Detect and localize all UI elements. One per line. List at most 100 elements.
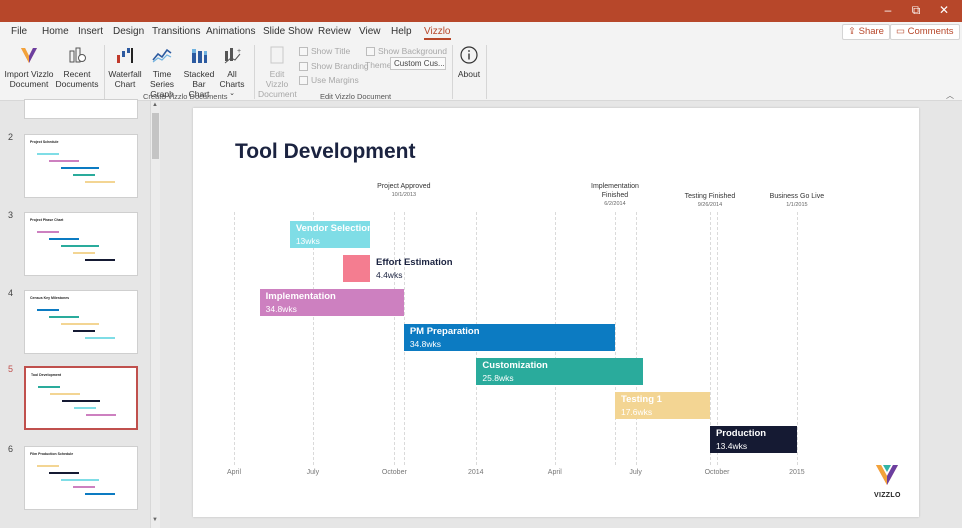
theme-value: Custom Cus... [394, 59, 445, 68]
tab-review[interactable]: Review [318, 26, 351, 37]
axis-tick-label: April [547, 469, 562, 476]
scroll-up-icon[interactable]: ▲ [152, 102, 158, 108]
task-duration: 34.8wks [409, 338, 442, 349]
thumbnail-mini-bar [74, 407, 96, 409]
tab-view[interactable]: View [359, 26, 381, 37]
show-title-label: Show Title [311, 46, 351, 56]
task-name: Effort Estimation [375, 257, 453, 269]
vizzlo-brand-logo: VIZZLO [874, 463, 900, 499]
thumbnail-mini-bar [50, 393, 80, 395]
all-charts-button[interactable]: + All Charts ⌄ [214, 44, 250, 99]
logo-text: VIZZLO [874, 492, 901, 499]
all-charts-icon: + [224, 48, 241, 64]
milestone-name: Business Go Live [769, 193, 825, 200]
thumbnail-title: Project Phase Chart [30, 218, 64, 222]
thumbnail-scrollbar[interactable]: ▲ ▼ [150, 101, 160, 528]
vizzlo-logo-icon [876, 465, 898, 485]
collapse-ribbon-icon[interactable]: ︿ [946, 90, 954, 101]
task-duration: 17.6wks [620, 407, 653, 417]
use-margins-checkbox[interactable]: Use Margins [299, 75, 359, 85]
tab-slide-show[interactable]: Slide Show [263, 26, 313, 37]
tab-home[interactable]: Home [42, 26, 69, 37]
import-label: Import Vizzlo Document [4, 69, 54, 89]
slide-thumbnail[interactable]: Project Phase Chart [24, 212, 138, 276]
milestone-label: Testing Finished 9/26/2014 [670, 192, 750, 210]
show-background-checkbox[interactable]: Show Background [366, 46, 447, 56]
checkbox-box [299, 61, 308, 71]
scroll-down-icon[interactable]: ▼ [152, 517, 158, 523]
thumbnail-mini-bar [73, 486, 95, 488]
gantt-bar-label: Effort Estimation 4.4wks [376, 256, 453, 282]
tab-design[interactable]: Design [113, 26, 144, 37]
axis-tick-label: October [381, 469, 407, 476]
task-duration: 34.8wks [265, 304, 297, 315]
edit-document-icon [270, 46, 284, 64]
milestone-name: Testing Finished [684, 193, 736, 200]
thumbnail-title: Census Key Milestones [30, 296, 70, 300]
share-button[interactable]: ⇪ Share [842, 24, 890, 40]
thumbnail-mini-bar [49, 160, 79, 162]
group-label-create: Create Vizzlo Documents [143, 92, 228, 101]
slide-number: 2 [8, 132, 14, 142]
slide-canvas[interactable]: Tool Development Project Approved 10/1/20… [193, 108, 919, 517]
axis-tick-label: October [704, 469, 730, 476]
time-series-icon [152, 48, 172, 63]
use-margins-label: Use Margins [311, 75, 359, 85]
ribbon-separator [486, 45, 487, 99]
close-button[interactable]: ✕ [932, 3, 956, 17]
thumbnail-mini-bar [73, 174, 95, 176]
thumbnail-title: Tool Development [31, 373, 62, 377]
thumbnail-mini-bar [61, 167, 99, 169]
gantt-bar-label: Implementation 34.8wks [266, 290, 336, 316]
show-title-checkbox[interactable]: Show Title [299, 46, 350, 56]
tab-insert[interactable]: Insert [78, 26, 103, 37]
tab-file[interactable]: File [11, 26, 27, 37]
task-name: Testing 1 [620, 394, 662, 405]
milestone-label: Project Approved 10/1/2013 [374, 182, 434, 200]
about-button[interactable]: About [456, 44, 482, 79]
scroll-thumb[interactable] [152, 113, 159, 159]
slide-thumbnail[interactable]: Census Key Milestones [24, 290, 138, 354]
recent-documents-button[interactable]: Recent Documents [54, 44, 100, 89]
slide-number: 5 [8, 364, 14, 374]
thumbnail-mini-bar [62, 400, 100, 402]
edit-vizzlo-button[interactable]: Edit Vizzlo Document [258, 44, 297, 99]
milestone-line [614, 212, 616, 465]
thumbnail-mini-bar [49, 316, 79, 318]
thumbnail-mini-bar [37, 465, 59, 467]
tab-vizzlo[interactable]: Vizzlo [424, 26, 451, 40]
time-series-button[interactable]: Time Series Graph [142, 44, 182, 99]
thumbnail-mini-bar [73, 330, 95, 332]
axis-tick-label: July [306, 469, 320, 476]
stacked-bar-button[interactable]: Stacked Bar Chart [183, 44, 215, 99]
gantt-bar[interactable] [342, 255, 370, 283]
tab-transitions[interactable]: Transitions [152, 26, 201, 37]
slide-number: 4 [8, 288, 14, 298]
thumbnail-mini-bar [37, 153, 59, 155]
tab-help[interactable]: Help [391, 26, 412, 37]
slide-thumbnail[interactable]: Project Schedule [24, 134, 138, 198]
axis-tick-label: 2015 [789, 469, 805, 476]
comments-button[interactable]: ▭ Comments [890, 24, 960, 40]
slide-number: 3 [8, 210, 14, 220]
milestone-date: 10/1/2013 [391, 192, 417, 198]
minimize-button[interactable]: – [876, 3, 900, 17]
slide-thumbnail[interactable]: Film Production Schedule [24, 446, 138, 510]
thumbnail-title: Project Schedule [30, 140, 59, 144]
slide-thumbnail-partial[interactable] [24, 99, 138, 119]
theme-select[interactable]: Custom Cus... [390, 57, 446, 70]
ribbon-separator [104, 45, 105, 99]
restore-button[interactable]: ⧉ [904, 3, 928, 18]
checkbox-box [366, 46, 375, 56]
slide-thumbnail[interactable]: Tool Development [24, 366, 138, 430]
thumbnail-mini-bar [49, 472, 79, 474]
waterfall-chart-icon [117, 48, 133, 63]
milestone-name: Project Approved [377, 183, 431, 190]
recent-documents-icon [69, 47, 86, 63]
thumbnail-mini-bar [85, 181, 115, 183]
import-vizzlo-button[interactable]: Import Vizzlo Document [4, 44, 54, 89]
tab-animations[interactable]: Animations [206, 26, 255, 37]
milestone-date: 9/26/2014 [697, 202, 723, 208]
waterfall-chart-button[interactable]: Waterfall Chart [108, 44, 142, 89]
show-branding-checkbox[interactable]: Show Branding [299, 61, 369, 71]
